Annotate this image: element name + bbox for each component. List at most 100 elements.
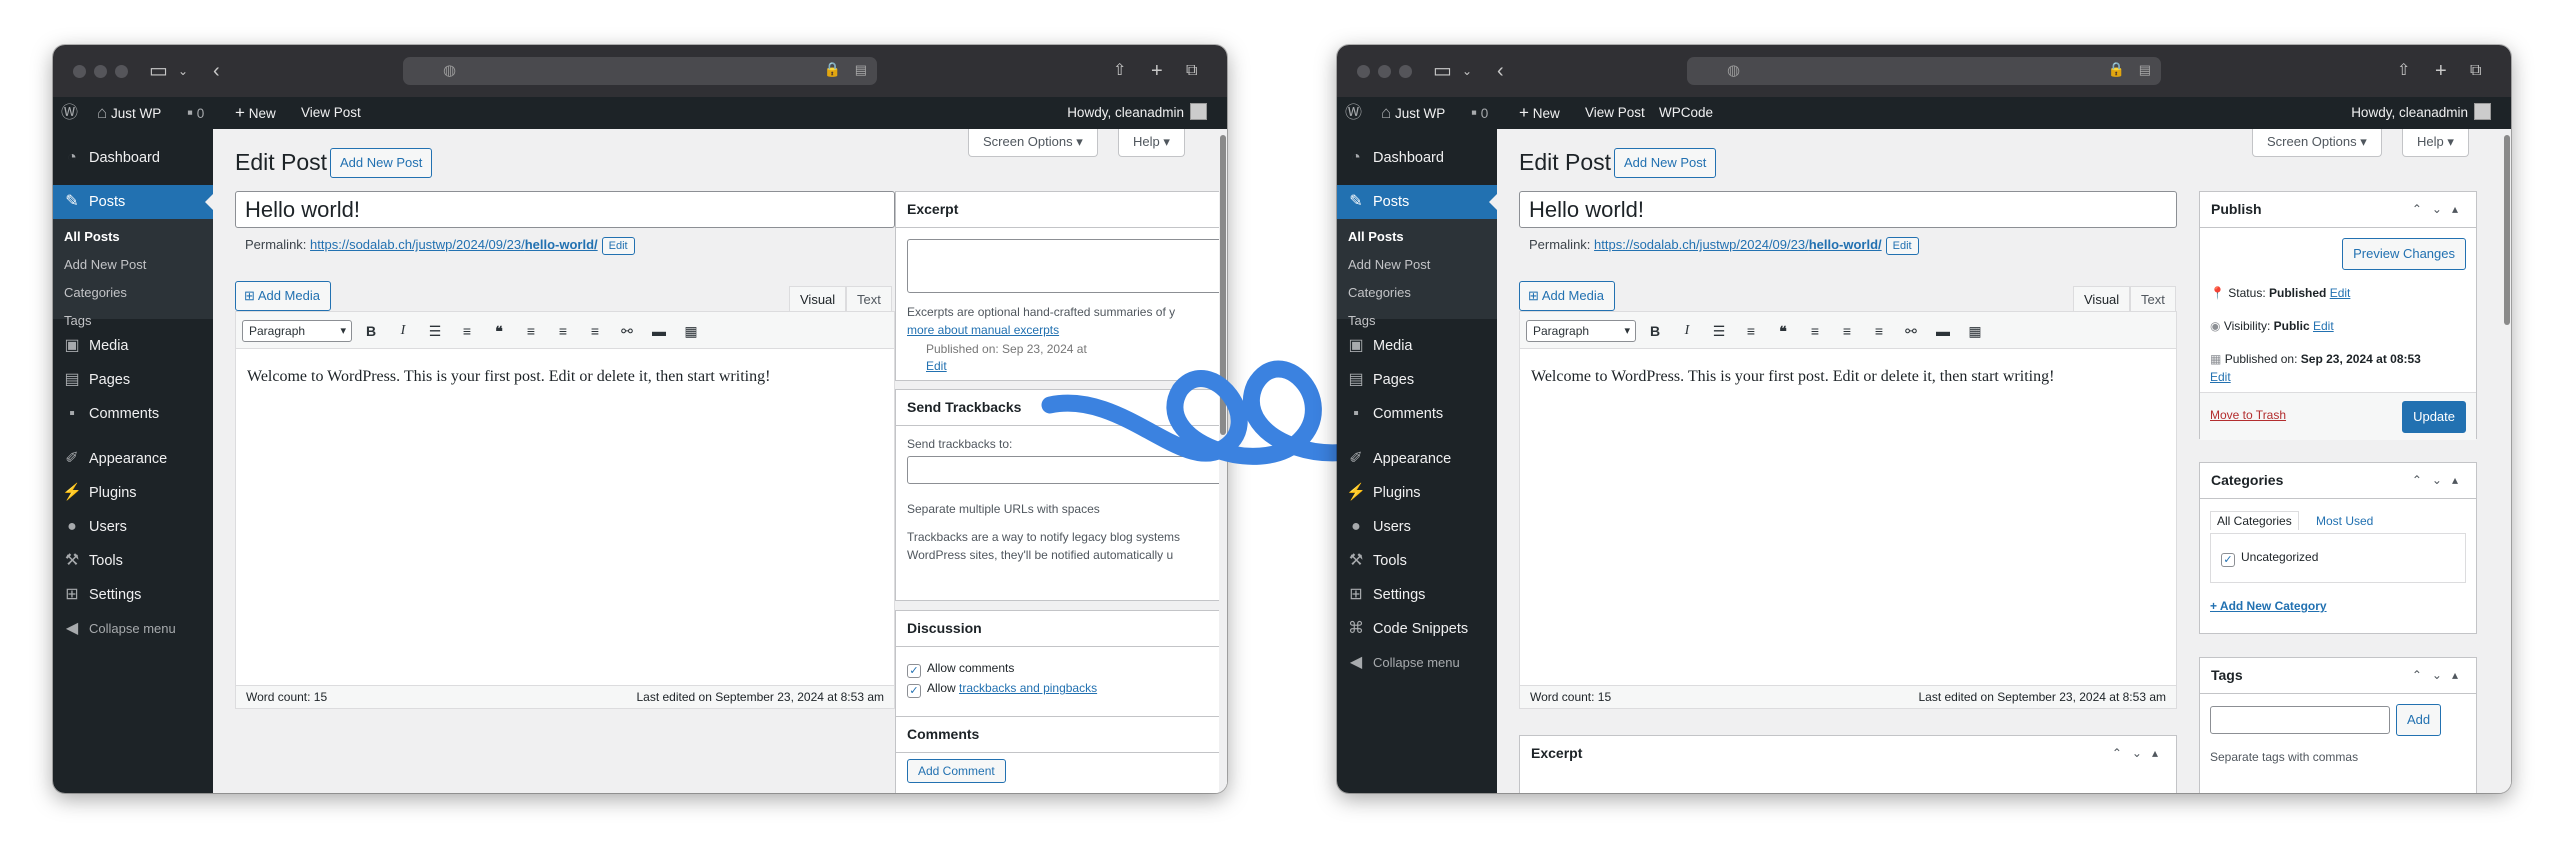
permalink-link[interactable]: https://sodalab.ch/justwp/2024/09/23/ bbox=[1594, 237, 1809, 252]
checkbox-checked[interactable]: ✓ bbox=[907, 664, 921, 678]
tabs-overview-icon[interactable]: ⧉ bbox=[2470, 59, 2481, 83]
editor-body[interactable]: Welcome to WordPress. This is your first… bbox=[247, 368, 770, 386]
comments-link[interactable]: ▪ 0 bbox=[1471, 97, 1488, 129]
submenu-all-posts[interactable]: All Posts bbox=[1348, 229, 1404, 244]
classic-editor[interactable]: Paragraph B I ☰ ≡ ❝ ≡ ≡ ≡ ⚯ ▬ ▦ Welcome … bbox=[1519, 311, 2177, 709]
link-icon[interactable]: ⚯ bbox=[616, 321, 638, 341]
menu-tools[interactable]: ⚒ Tools bbox=[1337, 544, 1497, 578]
comments-link[interactable]: ▪ 0 bbox=[187, 97, 204, 129]
overlapped-edit-link[interactable]: Edit bbox=[926, 359, 947, 373]
share-icon[interactable]: ⇧ bbox=[1113, 59, 1126, 83]
box-controls-icon[interactable]: ⌃⌄▴ bbox=[2412, 463, 2468, 498]
tab-most-used[interactable]: Most Used bbox=[2316, 514, 2373, 528]
preview-changes-button[interactable]: Preview Changes bbox=[2342, 238, 2466, 270]
align-right-icon[interactable]: ≡ bbox=[584, 321, 606, 341]
sidebar-toggle-icon[interactable]: ▭ bbox=[149, 59, 168, 83]
align-center-icon[interactable]: ≡ bbox=[552, 321, 574, 341]
wordpress-logo-icon[interactable]: Ⓦ bbox=[61, 97, 78, 129]
traffic-lights[interactable] bbox=[73, 65, 128, 78]
menu-plugins[interactable]: ⚡ Plugins bbox=[1337, 476, 1497, 510]
menu-comments[interactable]: ▪ Comments bbox=[53, 397, 213, 431]
align-right-icon[interactable]: ≡ bbox=[1868, 321, 1890, 341]
site-name-link[interactable]: ⌂ Just WP bbox=[1381, 97, 1445, 129]
menu-appearance[interactable]: ✐ Appearance bbox=[1337, 442, 1497, 476]
address-bar[interactable]: ◍ 🔒 ▤ bbox=[1687, 57, 2161, 85]
back-icon[interactable]: ‹ bbox=[1497, 59, 1504, 83]
allow-pings-row[interactable]: ✓ Allow trackbacks and pingbacks bbox=[907, 681, 1097, 698]
add-comment-button[interactable]: Add Comment bbox=[907, 759, 1006, 783]
format-select[interactable]: Paragraph bbox=[1526, 320, 1636, 342]
tab-all-categories[interactable]: All Categories bbox=[2210, 511, 2299, 530]
menu-comments[interactable]: ▪ Comments bbox=[1337, 397, 1497, 431]
italic-icon[interactable]: I bbox=[392, 321, 414, 341]
toolbar-toggle-icon[interactable]: ▦ bbox=[680, 321, 702, 341]
chevron-down-icon[interactable]: ⌄ bbox=[1462, 59, 1472, 83]
menu-dashboard[interactable]: ◔ Dashboard bbox=[1337, 141, 1497, 175]
help-toggle[interactable]: Help ▾ bbox=[1118, 129, 1185, 157]
sidebar-toggle-icon[interactable]: ▭ bbox=[1433, 59, 1452, 83]
toolbar-toggle-icon[interactable]: ▦ bbox=[1964, 321, 1986, 341]
align-center-icon[interactable]: ≡ bbox=[1836, 321, 1858, 341]
new-tab-icon[interactable]: + bbox=[1151, 59, 1163, 83]
update-button[interactable]: Update bbox=[2402, 401, 2466, 433]
menu-posts[interactable]: ✎ Posts bbox=[53, 185, 213, 219]
help-toggle[interactable]: Help ▾ bbox=[2402, 129, 2469, 157]
post-title-input[interactable]: Hello world! bbox=[1519, 191, 2177, 228]
move-to-trash-link[interactable]: Move to Trash bbox=[2210, 408, 2286, 422]
page-scrollbar[interactable] bbox=[2503, 129, 2511, 793]
menu-pages[interactable]: ▤ Pages bbox=[1337, 363, 1497, 397]
tab-text[interactable]: Text bbox=[846, 286, 892, 312]
my-account-link[interactable]: Howdy, cleanadmin bbox=[2351, 97, 2491, 129]
tab-visual[interactable]: Visual bbox=[2073, 286, 2131, 312]
reader-icon[interactable]: ▤ bbox=[2139, 62, 2151, 78]
menu-settings[interactable]: ⊞ Settings bbox=[1337, 578, 1497, 612]
submenu-add-new-post[interactable]: Add New Post bbox=[64, 257, 146, 272]
add-media-button[interactable]: ⊞ Add Media bbox=[235, 281, 331, 311]
category-item[interactable]: ✓ Uncategorized bbox=[2221, 550, 2318, 567]
share-icon[interactable]: ⇧ bbox=[2397, 59, 2410, 83]
permalink-edit-button[interactable]: Edit bbox=[1885, 237, 1919, 255]
trackbacks-pingbacks-link[interactable]: trackbacks and pingbacks bbox=[959, 681, 1097, 695]
address-bar[interactable]: ◍ 🔒 ▤ bbox=[403, 57, 877, 85]
bullet-list-icon[interactable]: ☰ bbox=[424, 321, 446, 341]
menu-dashboard[interactable]: ◔ Dashboard bbox=[53, 141, 213, 175]
screen-options-toggle[interactable]: Screen Options ▾ bbox=[2252, 129, 2382, 157]
tab-text[interactable]: Text bbox=[2130, 286, 2176, 312]
wordpress-logo-icon[interactable]: Ⓦ bbox=[1345, 97, 1362, 129]
wpcode-link[interactable]: WPCode bbox=[1659, 97, 1713, 129]
submenu-tags[interactable]: Tags bbox=[1348, 313, 1375, 328]
my-account-link[interactable]: Howdy, cleanadmin bbox=[1067, 97, 1207, 129]
checkbox-checked[interactable]: ✓ bbox=[907, 684, 921, 698]
menu-tools[interactable]: ⚒ Tools bbox=[53, 544, 213, 578]
submenu-categories[interactable]: Categories bbox=[1348, 285, 1411, 300]
bold-icon[interactable]: B bbox=[1644, 321, 1666, 341]
traffic-lights[interactable] bbox=[1357, 65, 1412, 78]
published-on-edit-link[interactable]: Edit bbox=[2210, 370, 2231, 384]
box-controls-icon[interactable]: ⌃⌄▴ bbox=[2112, 736, 2168, 771]
excerpt-textarea[interactable] bbox=[907, 239, 1227, 293]
excerpt-learn-more-link[interactable]: more about manual excerpts bbox=[907, 323, 1059, 337]
tabs-overview-icon[interactable]: ⧉ bbox=[1186, 59, 1197, 83]
menu-plugins[interactable]: ⚡ Plugins bbox=[53, 476, 213, 510]
menu-pages[interactable]: ▤ Pages bbox=[53, 363, 213, 397]
reader-icon[interactable]: ▤ bbox=[855, 62, 867, 78]
submenu-categories[interactable]: Categories bbox=[64, 285, 127, 300]
numbered-list-icon[interactable]: ≡ bbox=[1740, 321, 1762, 341]
submenu-all-posts[interactable]: All Posts bbox=[64, 229, 120, 244]
editor-body[interactable]: Welcome to WordPress. This is your first… bbox=[1531, 368, 2054, 386]
new-tab-icon[interactable]: + bbox=[2435, 59, 2447, 83]
menu-appearance[interactable]: ✐ Appearance bbox=[53, 442, 213, 476]
format-select[interactable]: Paragraph bbox=[242, 320, 352, 342]
new-content-link[interactable]: + New bbox=[235, 97, 276, 129]
back-icon[interactable]: ‹ bbox=[213, 59, 220, 83]
menu-code-snippets[interactable]: ⌘ Code Snippets bbox=[1337, 612, 1497, 646]
add-new-post-button[interactable]: Add New Post bbox=[1614, 148, 1717, 178]
menu-media[interactable]: ▣ Media bbox=[1337, 329, 1497, 363]
add-media-button[interactable]: ⊞ Add Media bbox=[1519, 281, 1615, 311]
new-content-link[interactable]: + New bbox=[1519, 97, 1560, 129]
read-more-icon[interactable]: ▬ bbox=[1932, 321, 1954, 341]
permalink-link[interactable]: https://sodalab.ch/justwp/2024/09/23/ bbox=[310, 237, 525, 252]
status-edit-link[interactable]: Edit bbox=[2330, 286, 2351, 300]
menu-posts[interactable]: ✎ Posts bbox=[1337, 185, 1497, 219]
box-controls-icon[interactable]: ⌃⌄▴ bbox=[2412, 658, 2468, 693]
